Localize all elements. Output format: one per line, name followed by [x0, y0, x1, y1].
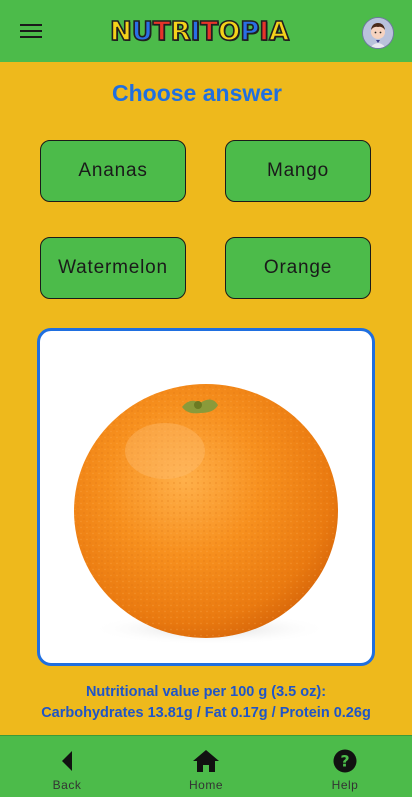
nutrition-line-2: Carbohydrates 13.81g / Fat 0.17g / Prote… — [41, 705, 371, 721]
logo-letter: R — [170, 16, 192, 48]
logo-letter: P — [239, 16, 260, 48]
answer-button-mango[interactable]: Mango — [225, 140, 371, 202]
orange-fruit-image — [74, 384, 338, 645]
help-icon: ? — [333, 748, 357, 774]
bottom-nav-bar: Back Home ? Help — [0, 735, 412, 797]
nav-back[interactable]: Back — [27, 736, 107, 797]
logo-letter: O — [217, 16, 241, 48]
svg-text:?: ? — [340, 752, 349, 771]
nav-label-help: Help — [331, 778, 359, 792]
logo-letter: N — [109, 16, 132, 48]
app-logo: N U T R I T O P I A — [109, 16, 300, 48]
answer-button-orange[interactable]: Orange — [225, 237, 371, 299]
top-app-bar: N U T R I T O P I A — [0, 0, 412, 62]
logo-letter: U — [131, 16, 154, 48]
nutrition-line-1: Nutritional value per 100 g (3.5 oz): — [85, 684, 327, 700]
quiz-title: Choose answer — [112, 80, 282, 106]
nav-help[interactable]: ? Help — [305, 736, 385, 797]
fruit-image-card — [37, 328, 375, 666]
nav-home[interactable]: Home — [166, 736, 246, 797]
logo-letter: I — [190, 16, 201, 48]
logo-letter: T — [152, 16, 171, 48]
nav-label-home: Home — [188, 778, 223, 792]
nutrition-info: Nutritional value per 100 g (3.5 oz): Ca… — [0, 682, 412, 724]
user-avatar-icon[interactable] — [362, 17, 394, 49]
home-icon — [192, 748, 220, 774]
hamburger-menu-icon[interactable] — [20, 24, 42, 40]
answer-button-ananas[interactable]: Ananas — [40, 140, 186, 202]
logo-letter: A — [268, 16, 290, 48]
answer-button-watermelon[interactable]: Watermelon — [40, 237, 186, 299]
logo-letter: T — [200, 16, 219, 48]
back-arrow-icon — [60, 748, 74, 774]
nav-label-back: Back — [52, 778, 82, 792]
logo-letter: I — [259, 16, 270, 48]
